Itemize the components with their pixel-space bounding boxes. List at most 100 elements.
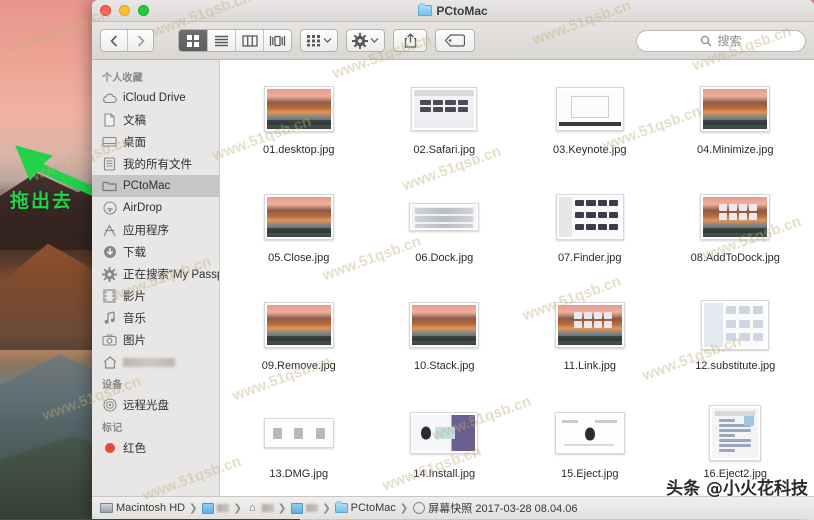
file-item[interactable]: 04.Minimize.jpg bbox=[663, 72, 809, 180]
home-icon bbox=[102, 355, 117, 370]
file-thumbnail bbox=[709, 402, 761, 464]
folder-icon bbox=[418, 5, 432, 16]
sidebar-section-header: 设备 bbox=[92, 373, 219, 394]
action-button[interactable] bbox=[346, 29, 385, 52]
file-item[interactable]: 14.Install.jpg bbox=[372, 396, 518, 496]
hard-disk-icon bbox=[100, 502, 113, 515]
path-item[interactable] bbox=[290, 502, 318, 515]
share-button[interactable] bbox=[393, 29, 427, 52]
sidebar-item-iclouddrive[interactable]: iCloud Drive bbox=[92, 87, 219, 109]
thumbnail-frame bbox=[700, 86, 770, 132]
sidebar-item-[interactable]: 图片 bbox=[92, 329, 219, 351]
file-item[interactable]: 05.Close.jpg bbox=[226, 180, 372, 288]
sidebar-item-mypassport[interactable]: 正在搜索“My Passport” bbox=[92, 263, 219, 285]
chevron-right-icon bbox=[137, 35, 145, 47]
sidebar-item-label: 正在搜索“My Passport” bbox=[123, 266, 220, 282]
file-item[interactable]: 07.Finder.jpg bbox=[517, 180, 663, 288]
file-item[interactable]: 01.desktop.jpg bbox=[226, 72, 372, 180]
thumbnail-frame bbox=[409, 302, 479, 348]
path-bar[interactable]: Macintosh HD❯❯⌂❯❯PCtoMac❯屏幕快照 2017-03-28… bbox=[92, 496, 814, 519]
downloads-icon bbox=[102, 245, 117, 260]
sidebar-item-[interactable]: 我的所有文件 bbox=[92, 153, 219, 175]
file-name-label: 05.Close.jpg bbox=[268, 252, 329, 265]
arrange-button[interactable] bbox=[300, 29, 338, 52]
path-separator: ❯ bbox=[189, 503, 197, 514]
sidebar[interactable]: 个人收藏iCloud Drive 文稿桌面我的所有文件PCtoMacAirDrop… bbox=[92, 60, 220, 496]
search-icon bbox=[700, 35, 712, 47]
sidebar-item-label: 远程光盘 bbox=[123, 397, 169, 413]
path-item[interactable]: ⌂ bbox=[246, 502, 274, 515]
file-item[interactable]: 03.Keynote.jpg bbox=[517, 72, 663, 180]
sidebar-item-[interactable]: 应用程序 bbox=[92, 219, 219, 241]
grid-icon bbox=[186, 34, 200, 48]
sidebar-item-[interactable]: 桌面 bbox=[92, 131, 219, 153]
path-item-label: PCtoMac bbox=[351, 502, 396, 514]
sidebar-section-header: 标记 bbox=[92, 416, 219, 437]
sidebar-item-[interactable]: 红色 bbox=[92, 437, 219, 459]
file-item[interactable]: 10.Stack.jpg bbox=[372, 288, 518, 396]
column-view-button[interactable] bbox=[235, 30, 263, 51]
path-item[interactable]: PCtoMac bbox=[335, 502, 396, 515]
sidebar-item-label: 红色 bbox=[123, 440, 146, 456]
thumbnail-frame bbox=[555, 412, 625, 454]
file-item[interactable]: 09.Remove.jpg bbox=[226, 288, 372, 396]
chevron-down-icon bbox=[323, 37, 332, 44]
path-item[interactable]: Macintosh HD bbox=[100, 502, 185, 515]
back-button[interactable] bbox=[101, 30, 127, 51]
file-item[interactable]: 13.DMG.jpg bbox=[226, 396, 372, 496]
file-thumbnail bbox=[409, 294, 479, 356]
coverflow-icon bbox=[269, 35, 286, 47]
sidebar-item-label: 桌面 bbox=[123, 134, 146, 150]
file-name-label: 10.Stack.jpg bbox=[414, 360, 475, 373]
file-thumbnail bbox=[555, 294, 625, 356]
list-view-button[interactable] bbox=[207, 30, 235, 51]
tag-icon bbox=[445, 34, 465, 47]
sidebar-item-[interactable]: 下载 bbox=[92, 241, 219, 263]
file-item[interactable]: 02.Safari.jpg bbox=[372, 72, 518, 180]
path-item[interactable] bbox=[201, 502, 229, 515]
smart-folder-icon bbox=[102, 267, 117, 282]
coverflow-view-button[interactable] bbox=[263, 30, 291, 51]
file-name-label: 13.DMG.jpg bbox=[269, 468, 328, 481]
path-separator: ❯ bbox=[233, 503, 241, 514]
icon-view-button[interactable] bbox=[179, 30, 207, 51]
sidebar-item-label-blurred bbox=[123, 358, 175, 367]
path-item[interactable]: 屏幕快照 2017-03-28 08.04.06 bbox=[412, 500, 577, 516]
file-name-label: 11.Link.jpg bbox=[564, 360, 616, 373]
file-name-label: 09.Remove.jpg bbox=[262, 360, 336, 373]
page-title: PCtoMac bbox=[436, 4, 487, 18]
thumbnail-frame bbox=[264, 418, 334, 448]
sidebar-item-label: 文稿 bbox=[123, 112, 146, 128]
blue-folder-icon bbox=[290, 502, 303, 515]
forward-button[interactable] bbox=[127, 30, 153, 51]
list-icon bbox=[214, 35, 229, 47]
thumbnail-frame bbox=[410, 412, 478, 454]
thumbnail-frame bbox=[556, 87, 624, 131]
file-item[interactable]: 11.Link.jpg bbox=[517, 288, 663, 396]
file-item[interactable]: 12.substitute.jpg bbox=[663, 288, 809, 396]
file-grid[interactable]: 01.desktop.jpg02.Safari.jpg03.Keynote.jp… bbox=[220, 60, 814, 496]
sidebar-item-pctomac[interactable]: PCtoMac bbox=[92, 175, 219, 197]
thumbnail-frame bbox=[701, 300, 769, 350]
sidebar-item-airdrop[interactable]: AirDrop bbox=[92, 197, 219, 219]
sidebar-item-[interactable]: 远程光盘 bbox=[92, 394, 219, 416]
music-icon bbox=[102, 311, 117, 326]
file-item[interactable]: 06.Dock.jpg bbox=[372, 180, 518, 288]
screenshot-icon bbox=[412, 502, 425, 515]
sidebar-item-home[interactable] bbox=[92, 351, 219, 373]
file-item[interactable]: 15.Eject.jpg bbox=[517, 396, 663, 496]
sidebar-item-[interactable]: 文稿 bbox=[92, 109, 219, 131]
tag-button[interactable] bbox=[435, 29, 475, 52]
file-item[interactable]: 08.AddToDock.jpg bbox=[663, 180, 809, 288]
window-title-group: PCtoMac bbox=[92, 4, 814, 18]
sidebar-item-[interactable]: 影片 bbox=[92, 285, 219, 307]
file-name-label: 15.Eject.jpg bbox=[561, 468, 618, 481]
file-thumbnail bbox=[555, 402, 625, 464]
path-separator: ❯ bbox=[278, 503, 286, 514]
sidebar-section-header: 个人收藏 bbox=[92, 66, 219, 87]
thumbnail-frame bbox=[264, 86, 334, 132]
path-item-label: Macintosh HD bbox=[116, 502, 185, 514]
file-name-label: 12.substitute.jpg bbox=[695, 360, 775, 373]
sidebar-item-[interactable]: 音乐 bbox=[92, 307, 219, 329]
search-input[interactable]: 搜索 bbox=[636, 30, 806, 52]
